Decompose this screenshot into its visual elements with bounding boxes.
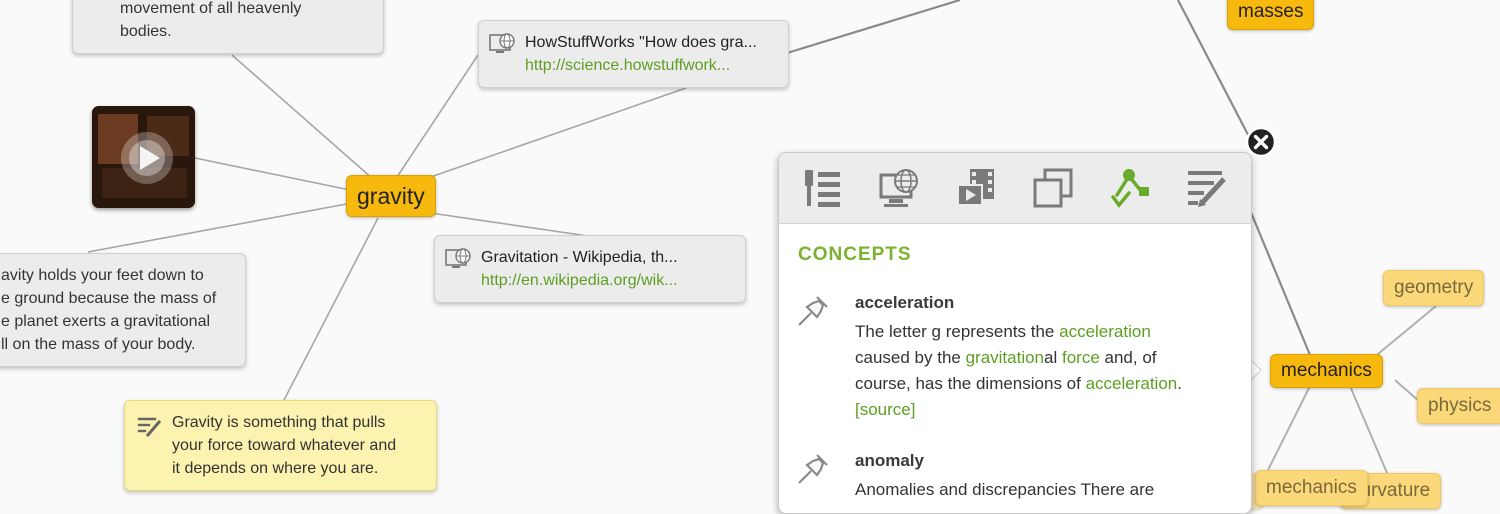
node-label: mechanics [1266, 477, 1357, 498]
webpage-globe-icon [489, 33, 515, 53]
source-link[interactable]: [source] [855, 400, 915, 419]
keywords-tab-button[interactable] [799, 164, 847, 212]
concept-description: Anomalies and discrepancies There are [855, 477, 1225, 503]
note-text-line: avity holds your feet down to [1, 267, 204, 284]
note-text-line: e planet exerts a gravitational [1, 313, 211, 330]
concept-description: The letter g represents the acceleration… [855, 319, 1225, 423]
concept-text-fragment: and, of [1099, 348, 1157, 367]
video-icon [956, 169, 994, 206]
note-text-line: movement of all heavenly [120, 0, 302, 17]
web-tab-button[interactable] [876, 164, 924, 212]
copy-icon [1033, 168, 1073, 208]
concept-text-fragment: al [1044, 348, 1062, 367]
concept-map-icon [1111, 169, 1149, 208]
node-label: physics [1428, 395, 1492, 416]
keywords-list-icon [805, 170, 841, 207]
video-tab-button[interactable] [953, 164, 1001, 212]
concepts-tab-button[interactable] [1106, 164, 1154, 212]
concept-keyword-link[interactable]: acceleration [1086, 374, 1178, 393]
concept-keyword-link[interactable]: acceleration [1059, 322, 1151, 341]
webpage-globe-icon [445, 248, 471, 268]
edit-note-icon [137, 417, 162, 437]
node-gravity[interactable]: gravity [346, 175, 436, 217]
concept-text-fragment: . [1177, 374, 1182, 393]
concept-text-fragment: caused by the [855, 348, 966, 367]
concepts-popup[interactable]: CONCEPTS acceleration The letter g repre… [778, 152, 1252, 514]
video-frame-image [92, 106, 195, 208]
link-title: Gravitation - Wikipedia, th... [481, 249, 678, 266]
pin-icon[interactable] [797, 293, 831, 327]
link-card-howstuffworks[interactable]: HowStuffWorks "How does gra... http://sc… [478, 20, 789, 88]
link-url[interactable]: http://en.wikipedia.org/wik... [481, 269, 733, 292]
note-text-line: bodies. [120, 23, 172, 40]
node-label: masses [1238, 1, 1304, 22]
concepts-heading: CONCEPTS [798, 244, 912, 265]
web-search-icon [879, 169, 918, 207]
concept-keyword-link[interactable]: gravitation [966, 348, 1044, 367]
link-url[interactable]: http://science.howstuffwork... [525, 54, 776, 77]
note-card-heavenly[interactable]: movement of all heavenly bodies. [72, 0, 384, 54]
notes-tab-button[interactable] [1183, 164, 1231, 212]
video-thumbnail[interactable] [92, 106, 195, 208]
node-label: gravity [357, 183, 425, 209]
concept-keyword-link[interactable]: force [1062, 348, 1100, 367]
concept-text-fragment: course, has the dimensions of [855, 374, 1086, 393]
concept-name: acceleration [855, 293, 955, 312]
note-card-feet[interactable]: avity holds your feet down to e ground b… [0, 253, 246, 367]
note-text-line: e ground because the mass of [1, 290, 217, 307]
concept-name: anomaly [855, 451, 924, 470]
note-text-line: ll on the mass of your body. [1, 336, 196, 353]
edit-note-icon [1187, 171, 1226, 207]
note-text-line: your force toward whatever and [172, 437, 397, 454]
link-card-wikipedia[interactable]: Gravitation - Wikipedia, th... http://en… [434, 235, 746, 303]
pin-icon[interactable] [797, 451, 831, 485]
node-mechanics[interactable]: mechanics [1270, 354, 1383, 388]
concept-text-fragment: Anomalies and discrepancies There are [855, 480, 1155, 499]
concept-text-fragment: The letter g represents the [855, 322, 1060, 341]
node-quantum-mechanics[interactable]: mechanics [1255, 470, 1368, 506]
note-text-line: it depends on where you are. [172, 460, 379, 477]
popup-toolbar [779, 153, 1251, 224]
node-physics[interactable]: physics [1417, 388, 1500, 424]
user-note-card[interactable]: Gravity is something that pulls your for… [124, 400, 437, 491]
node-label: geometry [1394, 277, 1474, 298]
copy-tab-button[interactable] [1029, 164, 1077, 212]
close-icon[interactable] [1245, 126, 1277, 158]
node-label: mechanics [1281, 360, 1372, 381]
node-geometry[interactable]: geometry [1383, 270, 1485, 306]
link-title: HowStuffWorks "How does gra... [525, 34, 757, 51]
note-text-line: Gravity is something that pulls [172, 414, 386, 431]
node-masses[interactable]: masses [1227, 0, 1315, 30]
